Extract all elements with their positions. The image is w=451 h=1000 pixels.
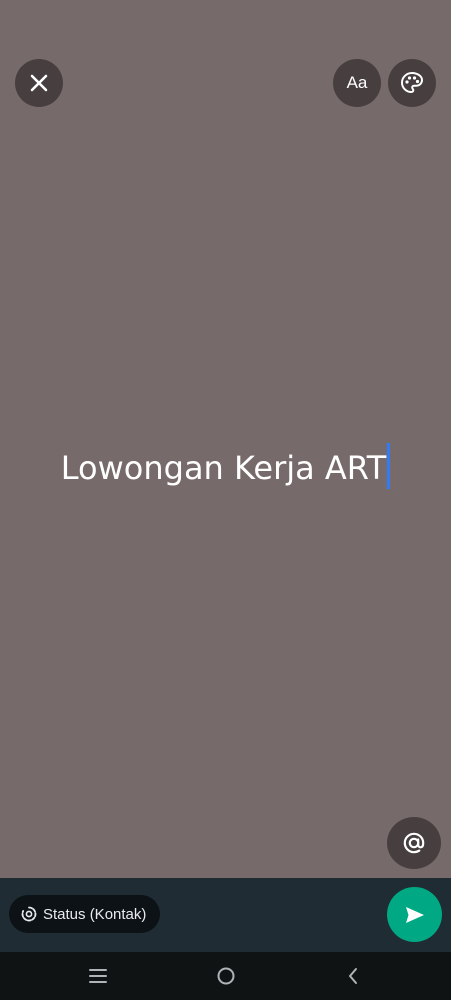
text-caret [387,443,391,489]
status-canvas[interactable]: Aa Lowongan Kerja ART [0,0,451,878]
mention-button[interactable] [387,817,441,869]
home-icon [216,966,236,986]
system-navigation-bar [0,952,451,1000]
close-icon [28,72,50,94]
status-icon [21,906,37,922]
status-privacy-label: Status (Kontak) [43,905,147,923]
status-text-content: Lowongan Kerja ART [60,449,387,487]
home-button[interactable] [196,952,256,1000]
status-text-input[interactable]: Lowongan Kerja ART [0,441,451,495]
recents-button[interactable] [68,952,128,1000]
font-style-button[interactable]: Aa [333,59,381,107]
send-icon [403,903,427,927]
send-button[interactable] [387,887,442,942]
back-button[interactable] [323,952,383,1000]
status-text-editor-screen: Aa Lowongan Kerja ART Status (Kontak) [0,0,451,1000]
back-icon [346,966,360,986]
at-icon [401,830,427,856]
background-color-button[interactable] [388,59,436,107]
recents-icon [88,967,108,985]
font-style-label: Aa [346,73,368,92]
palette-icon [399,70,425,96]
status-privacy-chip[interactable]: Status (Kontak) [9,895,161,933]
close-button[interactable] [15,59,63,107]
bottom-action-bar: Status (Kontak) [0,878,451,952]
